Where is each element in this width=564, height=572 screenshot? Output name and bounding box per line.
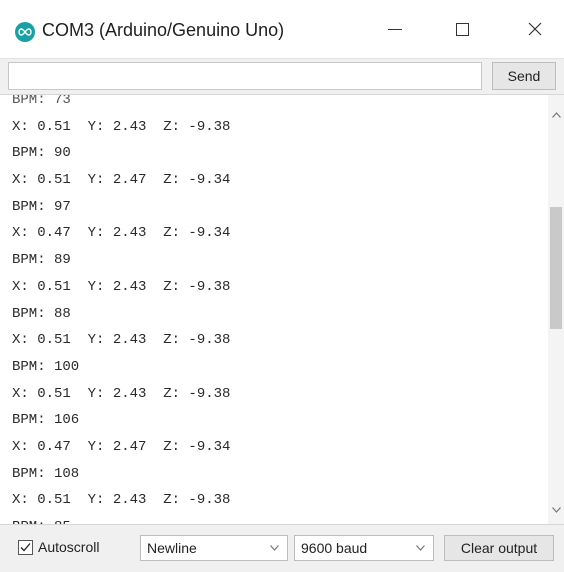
scroll-up-button[interactable] bbox=[548, 107, 564, 123]
chevron-up-icon bbox=[551, 112, 561, 118]
output-line: BPM: 88 bbox=[12, 305, 71, 322]
output-line: X: 0.51 Y: 2.47 Z: -9.34 bbox=[12, 172, 231, 189]
clear-output-button[interactable]: Clear output bbox=[444, 535, 554, 561]
line-ending-select[interactable]: Newline bbox=[140, 535, 288, 561]
autoscroll-label: Autoscroll bbox=[38, 539, 100, 555]
minimize-button[interactable] bbox=[365, 0, 425, 58]
line-ending-value: Newline bbox=[147, 540, 197, 556]
output-line: BPM: 90 bbox=[12, 145, 71, 162]
output-line: BPM: 97 bbox=[12, 198, 71, 215]
minimize-icon bbox=[388, 28, 402, 30]
output-line: X: 0.51 Y: 2.43 Z: -9.38 bbox=[12, 385, 231, 402]
output-line: X: 0.51 Y: 2.43 Z: -9.38 bbox=[12, 118, 231, 135]
scroll-down-button[interactable] bbox=[548, 502, 564, 518]
chevron-down-icon bbox=[270, 545, 279, 551]
autoscroll-checkbox[interactable] bbox=[18, 539, 33, 555]
output-line: BPM: 108 bbox=[12, 465, 80, 482]
output-line: X: 0.51 Y: 2.43 Z: -9.38 bbox=[12, 332, 231, 349]
serial-output[interactable]: BPM: 73 X: 0.51 Y: 2.43 Z: -9.38 BPM: 90 X… bbox=[0, 94, 564, 525]
send-button[interactable]: Send bbox=[492, 62, 556, 90]
output-line: BPM: 85 bbox=[12, 514, 542, 524]
close-icon bbox=[528, 22, 542, 36]
baud-rate-value: 9600 baud bbox=[301, 540, 368, 556]
title-bar: COM3 (Arduino/Genuino Uno) bbox=[0, 0, 564, 58]
serial-input[interactable] bbox=[8, 62, 482, 90]
chevron-down-icon bbox=[551, 507, 561, 513]
output-line: X: 0.51 Y: 2.43 Z: -9.38 bbox=[12, 492, 231, 509]
scrollbar-thumb[interactable] bbox=[550, 207, 562, 329]
checkmark-icon bbox=[20, 542, 31, 551]
output-line: X: 0.47 Y: 2.47 Z: -9.34 bbox=[12, 438, 231, 455]
arduino-icon bbox=[15, 22, 35, 42]
serial-monitor-window: COM3 (Arduino/Genuino Uno) Send BPM: 73 … bbox=[0, 0, 564, 572]
output-line: BPM: 106 bbox=[12, 412, 80, 429]
maximize-icon bbox=[455, 22, 469, 36]
output-line: BPM: 89 bbox=[12, 252, 71, 269]
bottom-bar: Autoscroll Newline 9600 baud Clear outpu… bbox=[0, 525, 564, 572]
output-line: X: 0.47 Y: 2.43 Z: -9.34 bbox=[12, 225, 231, 242]
window-title: COM3 (Arduino/Genuino Uno) bbox=[42, 20, 285, 40]
close-button[interactable] bbox=[505, 0, 564, 58]
infinity-icon bbox=[18, 28, 32, 36]
baud-rate-select[interactable]: 9600 baud bbox=[294, 535, 434, 561]
autoscroll-toggle[interactable]: Autoscroll bbox=[18, 539, 99, 555]
output-line: BPM: 100 bbox=[12, 358, 80, 375]
output-line: X: 0.51 Y: 2.43 Z: -9.38 bbox=[12, 278, 231, 295]
send-row: Send bbox=[0, 58, 564, 95]
maximize-button[interactable] bbox=[432, 0, 492, 58]
chevron-down-icon bbox=[416, 545, 425, 551]
vertical-scrollbar[interactable] bbox=[548, 95, 564, 524]
output-lines: BPM: 73 X: 0.51 Y: 2.43 Z: -9.38 BPM: 90 X… bbox=[12, 94, 542, 524]
output-line-partial: BPM: 73 bbox=[12, 94, 71, 108]
